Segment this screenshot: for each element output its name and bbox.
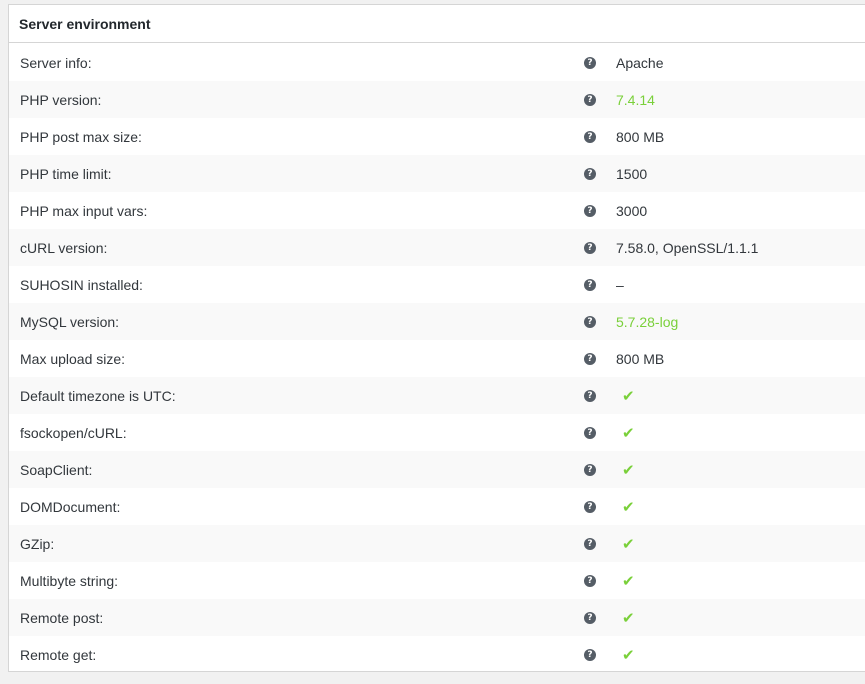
row-label: SoapClient: <box>20 461 93 478</box>
row-label: Remote get: <box>20 646 97 663</box>
row-value: 3000 <box>616 202 648 219</box>
help-icon[interactable]: ? <box>584 56 596 69</box>
panel-title: Server environment <box>19 15 151 32</box>
table-row: fsockopen/cURL: ? ✔ <box>9 414 865 451</box>
row-label: Server info: <box>20 54 92 71</box>
table-row: DOMDocument: ? ✔ <box>9 488 865 525</box>
help-icon[interactable]: ? <box>584 167 596 180</box>
check-icon: ✔ <box>622 386 635 405</box>
table-row: MySQL version: ? 5.7.28-log <box>9 303 865 340</box>
help-icon[interactable]: ? <box>584 426 596 439</box>
row-label: PHP max input vars: <box>20 202 148 219</box>
table-row: Server info: ? Apache <box>9 44 865 81</box>
row-label: cURL version: <box>20 239 108 256</box>
table-row: PHP time limit: ? 1500 <box>9 155 865 192</box>
row-value: 7.4.14 <box>616 91 655 108</box>
row-label: DOMDocument: <box>20 498 121 515</box>
row-label: GZip: <box>20 535 55 552</box>
row-label: MySQL version: <box>20 313 120 330</box>
table-row: Default timezone is UTC: ? ✔ <box>9 377 865 414</box>
help-icon[interactable]: ? <box>584 315 596 328</box>
check-icon: ✔ <box>622 645 635 664</box>
row-label: PHP post max size: <box>20 128 142 145</box>
row-value: 800 MB <box>616 350 665 367</box>
row-value: – <box>616 276 624 293</box>
row-label: fsockopen/cURL: <box>20 424 127 441</box>
table-row: Max upload size: ? 800 MB <box>9 340 865 377</box>
panel-header: Server environment <box>9 5 865 43</box>
row-label: Multibyte string: <box>20 572 119 589</box>
check-icon: ✔ <box>622 460 635 479</box>
check-icon: ✔ <box>622 423 635 442</box>
row-value: 800 MB <box>616 128 665 145</box>
help-icon[interactable]: ? <box>584 537 596 550</box>
check-icon: ✔ <box>622 608 635 627</box>
table-row: SoapClient: ? ✔ <box>9 451 865 488</box>
help-icon[interactable]: ? <box>584 389 596 402</box>
row-label: Max upload size: <box>20 350 126 367</box>
row-label: PHP time limit: <box>20 165 112 182</box>
help-icon[interactable]: ? <box>584 500 596 513</box>
row-label: Default timezone is UTC: <box>20 387 176 404</box>
row-label: Remote post: <box>20 609 104 626</box>
help-icon[interactable]: ? <box>584 574 596 587</box>
table-row: Multibyte string: ? ✔ <box>9 562 865 599</box>
table-row: PHP post max size: ? 800 MB <box>9 118 865 155</box>
help-icon[interactable]: ? <box>584 648 596 661</box>
table-row: Remote get: ? ✔ <box>9 636 865 673</box>
help-icon[interactable]: ? <box>584 241 596 254</box>
row-value: 1500 <box>616 165 648 182</box>
server-environment-panel: Server environment Server info: ? Apache… <box>8 4 865 672</box>
help-icon[interactable]: ? <box>584 93 596 106</box>
table-row: SUHOSIN installed: ? – <box>9 266 865 303</box>
row-value: 7.58.0, OpenSSL/1.1.1 <box>616 239 759 256</box>
table-row: Remote post: ? ✔ <box>9 599 865 636</box>
row-label: PHP version: <box>20 91 102 108</box>
help-icon[interactable]: ? <box>584 278 596 291</box>
row-label: SUHOSIN installed: <box>20 276 143 293</box>
table-row: GZip: ? ✔ <box>9 525 865 562</box>
table-row: PHP version: ? 7.4.14 <box>9 81 865 118</box>
row-value: 5.7.28-log <box>616 313 679 330</box>
check-icon: ✔ <box>622 497 635 516</box>
check-icon: ✔ <box>622 571 635 590</box>
check-icon: ✔ <box>622 534 635 553</box>
help-icon[interactable]: ? <box>584 352 596 365</box>
help-icon[interactable]: ? <box>584 204 596 217</box>
help-icon[interactable]: ? <box>584 611 596 624</box>
help-icon[interactable]: ? <box>584 130 596 143</box>
table-row: PHP max input vars: ? 3000 <box>9 192 865 229</box>
table-row: cURL version: ? 7.58.0, OpenSSL/1.1.1 <box>9 229 865 266</box>
row-value: Apache <box>616 54 664 71</box>
environment-table: Server info: ? Apache PHP version: ? 7.4… <box>9 44 865 673</box>
help-icon[interactable]: ? <box>584 463 596 476</box>
